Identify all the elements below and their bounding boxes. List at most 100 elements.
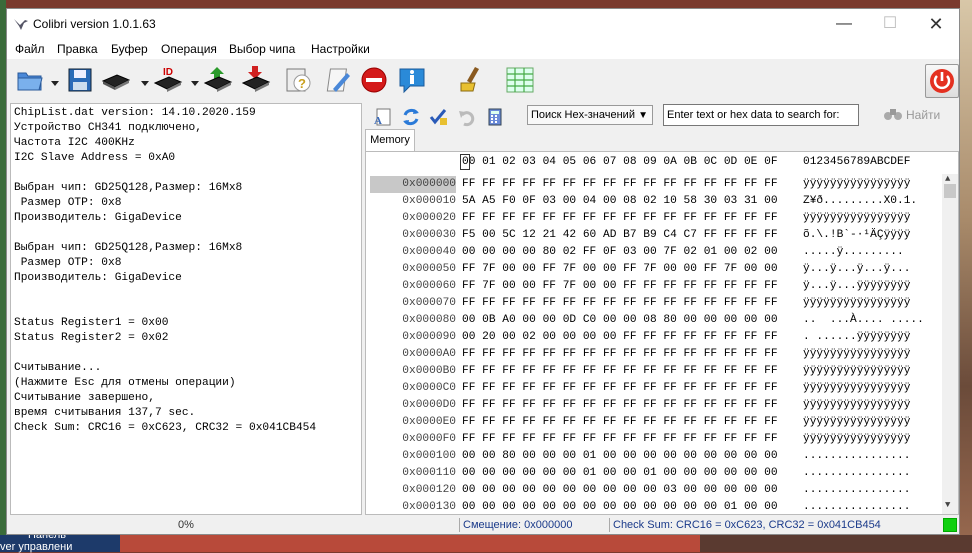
hex-row-ascii[interactable]: ÿÿÿÿÿÿÿÿÿÿÿÿÿÿÿÿ: [803, 380, 910, 397]
hex-row-ascii[interactable]: õ.\.!B`-·¹ÄÇÿÿÿÿ: [803, 227, 910, 244]
hex-row-bytes[interactable]: FF FF FF FF FF FF FF FF FF FF FF FF FF F…: [462, 176, 778, 193]
hex-row-ascii[interactable]: .. ...À.... .....: [803, 312, 924, 329]
hex-view[interactable]: 00 01 02 03 04 05 06 07 08 09 0A 0B 0C 0…: [365, 151, 959, 515]
info-icon[interactable]: [397, 65, 427, 95]
hex-row-ascii[interactable]: ................: [803, 465, 910, 482]
hex-row[interactable]: 0x000070 FF FF FF FF FF FF FF FF FF FF FF…: [366, 295, 942, 312]
hex-row[interactable]: 0x0000B0 FF FF FF FF FF FF FF FF FF FF FF…: [366, 363, 942, 380]
hex-row[interactable]: 0x0000E0 FF FF FF FF FF FF FF FF FF FF FF…: [366, 414, 942, 431]
hex-row-ascii[interactable]: .....ÿ.........: [803, 244, 904, 261]
hex-row-ascii[interactable]: ÿÿÿÿÿÿÿÿÿÿÿÿÿÿÿÿ: [803, 397, 910, 414]
chip-erase-icon[interactable]: [241, 65, 271, 95]
hex-row-ascii[interactable]: ÿ...ÿ...ÿ...ÿ...: [803, 261, 910, 278]
hex-row[interactable]: 0x000060 FF 7F 00 00 FF 7F 00 00 FF FF FF…: [366, 278, 942, 295]
menu-settings[interactable]: Настройки: [311, 42, 370, 56]
hex-row-bytes[interactable]: FF FF FF FF FF FF FF FF FF FF FF FF FF F…: [462, 295, 778, 312]
hex-row[interactable]: 0x000010 5A A5 F0 0F 03 00 04 00 08 02 10…: [366, 193, 942, 210]
hex-row-bytes[interactable]: FF FF FF FF FF FF FF FF FF FF FF FF FF F…: [462, 431, 778, 448]
open-folder-icon[interactable]: [15, 65, 45, 95]
hex-row[interactable]: 0x0000D0 FF FF FF FF FF FF FF FF FF FF FF…: [366, 397, 942, 414]
hex-row[interactable]: 0x000090 00 20 00 02 00 00 00 00 FF FF FF…: [366, 329, 942, 346]
scrollbar-thumb[interactable]: [944, 184, 956, 198]
hex-row-ascii[interactable]: ................: [803, 499, 910, 514]
clear-broom-icon[interactable]: [455, 65, 485, 95]
menu-file[interactable]: Файл: [15, 42, 45, 56]
hex-row-ascii[interactable]: ÿÿÿÿÿÿÿÿÿÿÿÿÿÿÿÿ: [803, 363, 910, 380]
hex-row-ascii[interactable]: ÿÿÿÿÿÿÿÿÿÿÿÿÿÿÿÿ: [803, 295, 910, 312]
menu-edit[interactable]: Правка: [57, 42, 98, 56]
hex-row-bytes[interactable]: FF FF FF FF FF FF FF FF FF FF FF FF FF F…: [462, 210, 778, 227]
hex-row[interactable]: 0x0000A0 FF FF FF FF FF FF FF FF FF FF FF…: [366, 346, 942, 363]
hex-row-ascii[interactable]: Z¥ð.........X0.1.: [803, 193, 917, 210]
grid-layout-icon[interactable]: [505, 65, 535, 95]
search-mode-select[interactable]: Поиск Hex-значений ▼: [527, 105, 653, 125]
hex-row-bytes[interactable]: FF FF FF FF FF FF FF FF FF FF FF FF FF F…: [462, 380, 778, 397]
hex-row[interactable]: 0x000100 00 00 80 00 00 00 01 00 00 00 00…: [366, 448, 942, 465]
hex-row-ascii[interactable]: ÿÿÿÿÿÿÿÿÿÿÿÿÿÿÿÿ: [803, 346, 910, 363]
hex-row[interactable]: 0x000130 00 00 00 00 00 00 00 00 00 00 00…: [366, 499, 942, 514]
stop-icon[interactable]: [359, 65, 389, 95]
edit-document-icon[interactable]: [325, 65, 355, 95]
hex-row-bytes[interactable]: FF FF FF FF FF FF FF FF FF FF FF FF FF F…: [462, 414, 778, 431]
hex-row-bytes[interactable]: 00 0B A0 00 00 0D C0 00 00 08 80 00 00 0…: [462, 312, 778, 329]
hex-row-bytes[interactable]: 00 00 00 00 00 00 00 00 00 00 00 00 00 0…: [462, 499, 778, 514]
hex-row-ascii[interactable]: ÿÿÿÿÿÿÿÿÿÿÿÿÿÿÿÿ: [803, 210, 910, 227]
scroll-down-arrow-icon[interactable]: ▼: [945, 500, 950, 510]
power-button[interactable]: [925, 64, 959, 98]
hex-row-bytes[interactable]: FF 7F 00 00 FF 7F 00 00 FF FF FF FF FF F…: [462, 278, 778, 295]
undo-icon[interactable]: [457, 107, 477, 127]
search-input[interactable]: Enter text or hex data to search for:: [663, 104, 859, 126]
hex-row-ascii[interactable]: ÿÿÿÿÿÿÿÿÿÿÿÿÿÿÿÿ: [803, 176, 910, 193]
hex-row-ascii[interactable]: ÿ...ÿ...ÿÿÿÿÿÿÿÿ: [803, 278, 910, 295]
hex-row[interactable]: 0x000050 FF 7F 00 00 FF 7F 00 00 FF 7F 00…: [366, 261, 942, 278]
hex-row-ascii[interactable]: . ......ÿÿÿÿÿÿÿÿ: [803, 329, 910, 346]
save-disk-icon[interactable]: [65, 65, 95, 95]
document-font-icon[interactable]: A: [373, 107, 393, 127]
hex-row-bytes[interactable]: FF FF FF FF FF FF FF FF FF FF FF FF FF F…: [462, 397, 778, 414]
hex-row-ascii[interactable]: ÿÿÿÿÿÿÿÿÿÿÿÿÿÿÿÿ: [803, 431, 910, 448]
hex-row-bytes[interactable]: 00 00 00 00 00 00 00 00 00 00 03 00 00 0…: [462, 482, 778, 499]
menu-buffer[interactable]: Буфер: [111, 42, 148, 56]
menu-select-chip[interactable]: Выбор чипа: [229, 42, 295, 56]
check-edit-icon[interactable]: [429, 107, 449, 127]
chip-read-dropdown-arrow[interactable]: [141, 81, 149, 86]
chip-id-icon[interactable]: ID: [153, 65, 183, 95]
hex-row[interactable]: 0x000080 00 0B A0 00 00 0D C0 00 00 08 80…: [366, 312, 942, 329]
verify-question-icon[interactable]: ?: [283, 65, 313, 95]
hex-row-bytes[interactable]: 00 20 00 02 00 00 00 00 FF FF FF FF FF F…: [462, 329, 778, 346]
hex-row-ascii[interactable]: ................: [803, 482, 910, 499]
hex-row[interactable]: 0x000030 F5 00 5C 12 21 42 60 AD B7 B9 C4…: [366, 227, 942, 244]
chip-read-icon[interactable]: [101, 65, 131, 95]
vertical-scrollbar[interactable]: ▲ ▼: [942, 174, 958, 514]
hex-row[interactable]: 0x0000F0 FF FF FF FF FF FF FF FF FF FF FF…: [366, 431, 942, 448]
scroll-up-arrow-icon[interactable]: ▲: [945, 174, 950, 184]
chip-id-dropdown-arrow[interactable]: [191, 81, 199, 86]
calculator-icon[interactable]: [485, 107, 505, 127]
hex-row[interactable]: 0x000020 FF FF FF FF FF FF FF FF FF FF FF…: [366, 210, 942, 227]
hex-row[interactable]: 0x0000C0 FF FF FF FF FF FF FF FF FF FF FF…: [366, 380, 942, 397]
maximize-button[interactable]: ☐: [867, 9, 913, 39]
hex-row-bytes[interactable]: FF FF FF FF FF FF FF FF FF FF FF FF FF F…: [462, 346, 778, 363]
hex-row[interactable]: 0x000040 00 00 00 00 80 02 FF 0F 03 00 7F…: [366, 244, 942, 261]
close-button[interactable]: ✕: [913, 9, 959, 39]
hex-row[interactable]: 0x000000 FF FF FF FF FF FF FF FF FF FF FF…: [366, 176, 942, 193]
hex-row-bytes[interactable]: 00 00 00 00 80 02 FF 0F 03 00 7F 02 01 0…: [462, 244, 778, 261]
svg-text:ID: ID: [163, 67, 173, 78]
hex-row-bytes[interactable]: F5 00 5C 12 21 42 60 AD B7 B9 C4 C7 FF F…: [462, 227, 778, 244]
hex-row-bytes[interactable]: 00 00 80 00 00 00 01 00 00 00 00 00 00 0…: [462, 448, 778, 465]
refresh-icon[interactable]: [401, 107, 421, 127]
hex-row-bytes[interactable]: FF FF FF FF FF FF FF FF FF FF FF FF FF F…: [462, 363, 778, 380]
hex-row-ascii[interactable]: ................: [803, 448, 910, 465]
hex-row-bytes[interactable]: FF 7F 00 00 FF 7F 00 00 FF 7F 00 00 FF 7…: [462, 261, 778, 278]
open-dropdown-arrow[interactable]: [51, 81, 59, 86]
hex-row-ascii[interactable]: ÿÿÿÿÿÿÿÿÿÿÿÿÿÿÿÿ: [803, 414, 910, 431]
find-button[interactable]: Найти: [880, 104, 958, 126]
hex-row[interactable]: 0x000120 00 00 00 00 00 00 00 00 00 00 03…: [366, 482, 942, 499]
minimize-button[interactable]: —: [821, 9, 867, 39]
chip-write-icon[interactable]: [203, 65, 233, 95]
tab-memory[interactable]: Memory: [365, 129, 415, 151]
hex-row-bytes[interactable]: 5A A5 F0 0F 03 00 04 00 08 02 10 58 30 0…: [462, 193, 778, 210]
menu-operation[interactable]: Операция: [161, 42, 217, 56]
hex-row[interactable]: 0x000110 00 00 00 00 00 00 01 00 00 01 00…: [366, 465, 942, 482]
hex-row-bytes[interactable]: 00 00 00 00 00 00 01 00 00 01 00 00 00 0…: [462, 465, 778, 482]
